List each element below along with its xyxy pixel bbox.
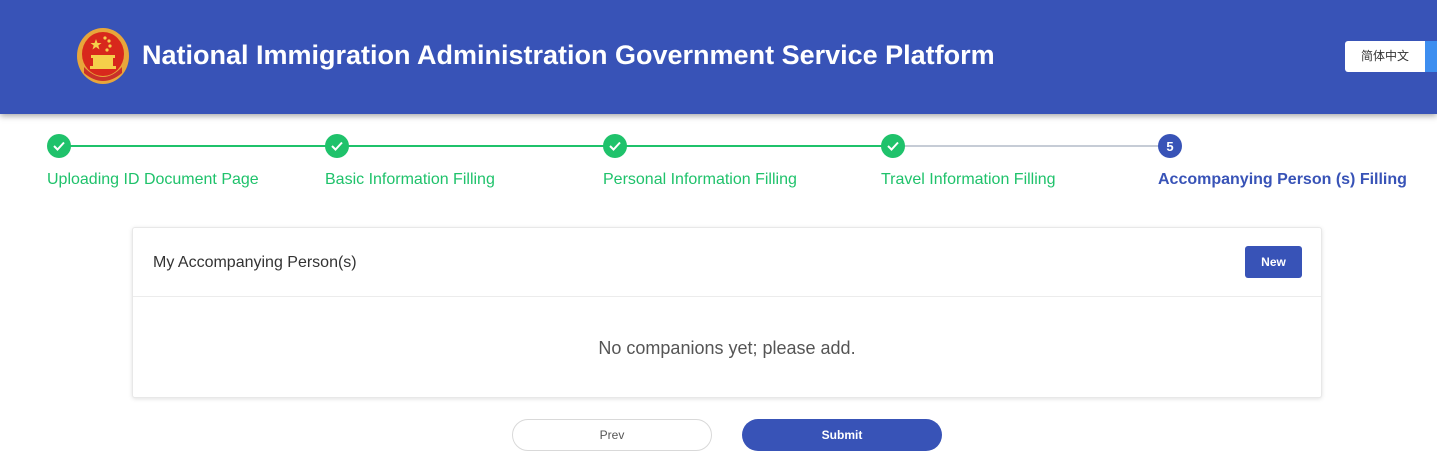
step-label-accompanying: Accompanying Person (s) Filling [1158,171,1407,188]
site-title: National Immigration Administration Gove… [142,40,995,70]
step-label-personal-info: Personal Information Filling [603,171,797,188]
step-connector [893,145,1170,147]
language-switch-button[interactable]: 简体中文 [1345,41,1425,72]
new-companion-button[interactable]: New [1245,246,1302,278]
step-4-check-icon [881,134,905,158]
step-5-number: 5 [1158,134,1182,158]
step-connector [337,145,615,147]
card-header: My Accompanying Person(s) New [133,228,1321,297]
submit-button[interactable]: Submit [742,419,942,451]
step-3-check-icon [603,134,627,158]
site-header: National Immigration Administration Gove… [0,0,1437,114]
step-1-check-icon [47,134,71,158]
national-emblem-icon [77,28,129,84]
step-connector [59,145,337,147]
step-connector [615,145,893,147]
empty-state-message: No companions yet; please add. [598,338,856,358]
accompanying-persons-card: My Accompanying Person(s) New No compani… [132,227,1322,398]
step-label-travel-info: Travel Information Filling [881,171,1056,188]
step-2-check-icon [325,134,349,158]
step-label-basic-info: Basic Information Filling [325,171,495,188]
header-action-edge[interactable] [1425,41,1437,72]
step-label-uploading-id: Uploading ID Document Page [47,171,259,188]
prev-button[interactable]: Prev [512,419,712,451]
card-title: My Accompanying Person(s) [153,254,357,271]
